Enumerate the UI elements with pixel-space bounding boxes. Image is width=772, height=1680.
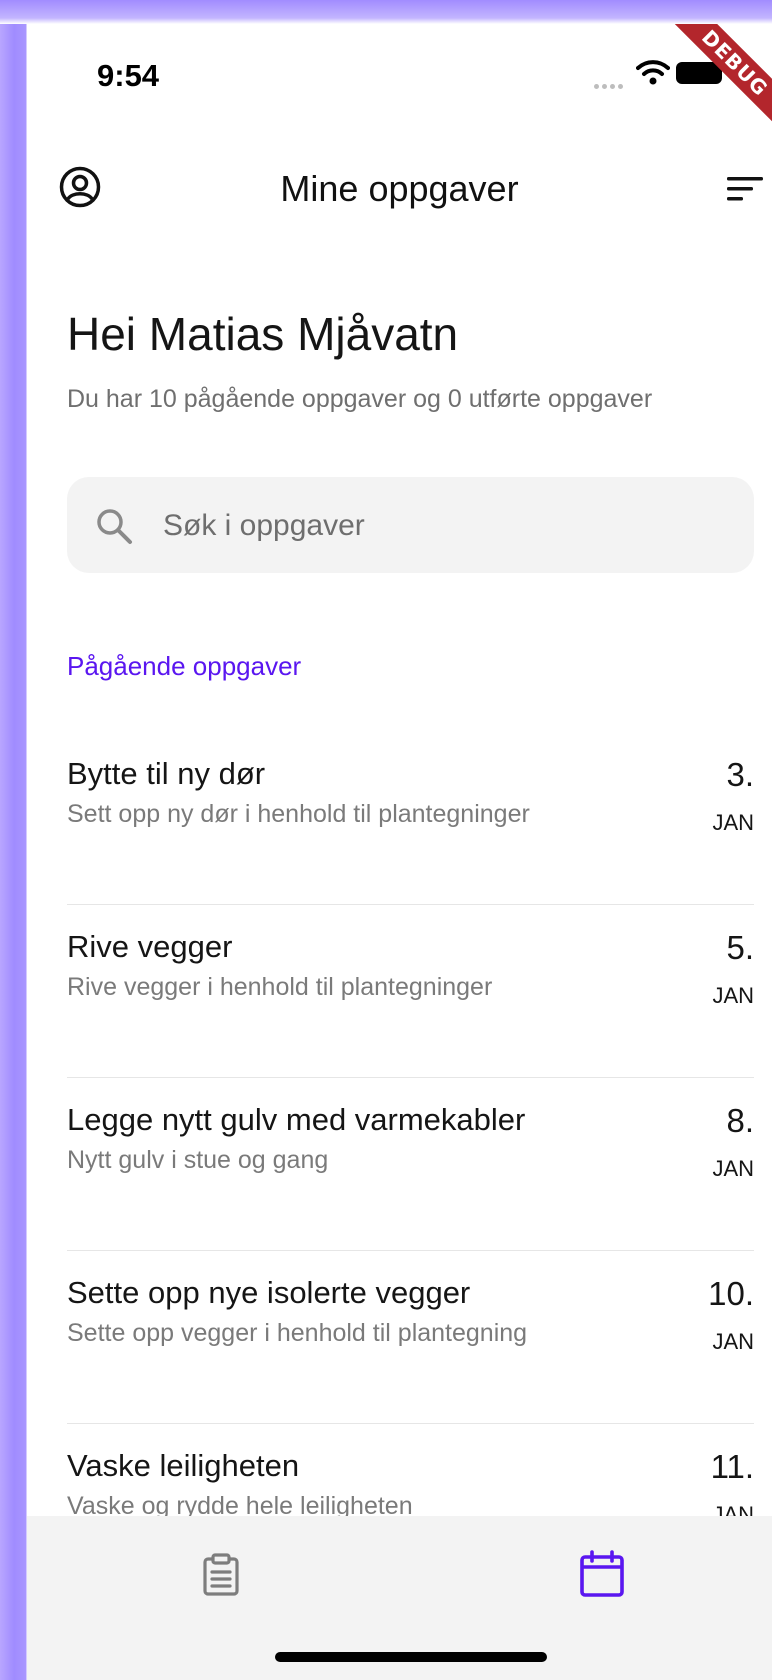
task-month: JAN	[712, 1329, 754, 1354]
task-item[interactable]: Legge nytt gulv med varmekabler Nytt gul…	[67, 1078, 754, 1251]
bottom-navigation	[27, 1516, 772, 1680]
device-frame-top	[0, 0, 772, 24]
task-month: JAN	[712, 983, 754, 1008]
phone-screen: 9:54 DEBUG Mine oppgaver Hei Matias Mjåv…	[27, 24, 772, 1680]
task-title: Vaske leiligheten	[67, 1448, 300, 1483]
task-description: Rive vegger i henhold til plantegninger	[67, 973, 493, 1001]
task-item[interactable]: Sette opp nye isolerte vegger Sette opp …	[67, 1251, 754, 1424]
task-description: Nytt gulv i stue og gang	[67, 1146, 329, 1174]
greeting-heading: Hei Matias Mjåvatn	[67, 308, 459, 360]
clipboard-icon[interactable]	[199, 1552, 243, 1596]
task-description: Sett opp ny dør i henhold til plantegnin…	[67, 800, 530, 828]
task-day: 8.	[726, 1102, 754, 1139]
sort-filter-icon[interactable]	[725, 174, 765, 204]
task-description: Sette opp vegger i henhold til plantegni…	[67, 1319, 528, 1347]
calendar-icon[interactable]	[579, 1550, 625, 1598]
task-item[interactable]: Rive vegger Rive vegger i henhold til pl…	[67, 905, 754, 1078]
task-item[interactable]: Bytte til ny dør Sett opp ny dør i henho…	[67, 732, 754, 905]
task-day: 11.	[710, 1448, 754, 1485]
section-title-ongoing: Pågående oppgaver	[67, 651, 302, 681]
task-day: 3.	[726, 756, 754, 793]
page-title: Mine oppgaver	[280, 168, 519, 209]
task-summary: Du har 10 pågående oppgaver og 0 utførte…	[67, 385, 653, 413]
task-month: JAN	[712, 810, 754, 835]
task-title: Rive vegger	[67, 929, 233, 964]
search-bar[interactable]	[67, 477, 754, 575]
task-month: JAN	[712, 1156, 754, 1181]
app-bar: Mine oppgaver	[27, 144, 772, 224]
task-title: Legge nytt gulv med varmekabler	[67, 1102, 526, 1137]
status-time: 9:54	[97, 58, 160, 93]
search-icon	[97, 509, 132, 544]
cellular-signal-icon	[594, 76, 632, 89]
task-day: 10.	[708, 1275, 754, 1312]
task-title: Bytte til ny dør	[67, 756, 266, 791]
search-input[interactable]	[161, 477, 725, 575]
task-day: 5.	[726, 929, 754, 966]
task-list: Bytte til ny dør Sett opp ny dør i henho…	[67, 732, 754, 1597]
home-indicator[interactable]	[275, 1652, 547, 1662]
task-title: Sette opp nye isolerte vegger	[67, 1275, 471, 1310]
wifi-icon	[636, 60, 670, 85]
